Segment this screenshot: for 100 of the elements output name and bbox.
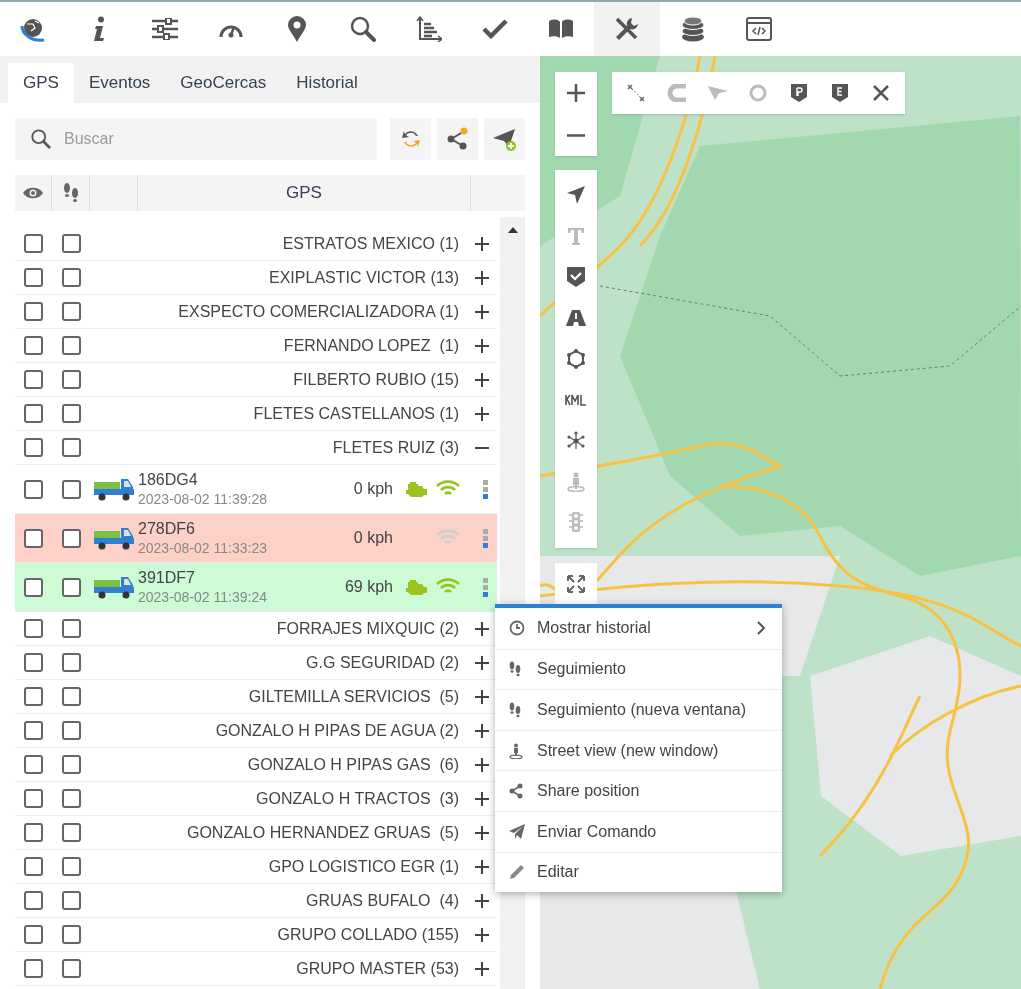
checkbox[interactable] [24, 404, 43, 423]
checkbox[interactable] [61, 404, 81, 423]
share-button[interactable] [437, 118, 478, 160]
checkbox[interactable] [61, 653, 81, 672]
checkbox[interactable] [61, 479, 81, 499]
checkbox[interactable] [24, 925, 43, 944]
menu-item[interactable]: Seguimiento [495, 648, 782, 690]
plus-icon [475, 791, 489, 806]
pencil-icon [509, 864, 525, 881]
group-name: GRUAS BUFALO (4) [305, 890, 459, 911]
tools-icon [614, 16, 640, 42]
checkbox[interactable] [24, 479, 43, 499]
group-name: GONZALO H PIPAS GAS (6) [246, 754, 459, 775]
menu-item[interactable]: Editar [495, 851, 782, 893]
tab[interactable]: Eventos [73, 63, 166, 103]
fullscreen-button[interactable] [555, 563, 597, 605]
group-name: ESTRATOS MEXICO (1) [281, 233, 459, 254]
checkbox[interactable] [24, 336, 43, 355]
checkbox[interactable] [61, 528, 81, 548]
checkbox[interactable] [61, 302, 81, 321]
menu-item[interactable]: Mostrar historial [495, 608, 782, 649]
checkbox[interactable] [24, 721, 43, 740]
checkbox[interactable] [24, 755, 43, 774]
checkbox[interactable] [24, 577, 43, 597]
checkbox[interactable] [24, 857, 43, 876]
checkbox[interactable] [61, 577, 81, 597]
checkbox[interactable] [24, 528, 43, 548]
shield-p-icon [791, 84, 808, 102]
checkbox[interactable] [61, 438, 81, 457]
checkbox[interactable] [61, 268, 81, 287]
minus-icon [567, 133, 585, 137]
group-name: GONZALO H TRACTOS (3) [255, 788, 459, 809]
checkbox[interactable] [61, 619, 81, 638]
checkbox[interactable] [24, 823, 43, 842]
checkbox[interactable] [24, 789, 43, 808]
navigation-arrow-icon [567, 185, 585, 204]
checkbox[interactable] [24, 268, 43, 287]
checkbox[interactable] [61, 925, 81, 944]
vehicle-row[interactable]: 278DF6 2023-08-02 11:33:23 0 kph [15, 514, 497, 563]
checkbox[interactable] [61, 755, 81, 774]
vehicle-row[interactable]: 391DF7 2023-08-02 11:39:24 69 kph [15, 563, 497, 612]
tab[interactable]: GeoCercas [165, 63, 282, 103]
menu-item[interactable]: Share position [495, 770, 782, 811]
send-add-icon [491, 126, 518, 152]
plus-icon [475, 859, 489, 874]
book-icon [548, 19, 574, 39]
plus-icon [475, 723, 489, 738]
truck-icon [94, 575, 134, 599]
speed: 69 kph [343, 577, 393, 597]
scroll-up-icon[interactable] [508, 227, 518, 233]
dotted-path-icon [626, 83, 647, 103]
checkbox[interactable] [24, 438, 43, 457]
checkbox[interactable] [61, 234, 81, 253]
group-name: FLETES RUIZ (3) [331, 437, 459, 458]
checkbox[interactable] [61, 891, 81, 910]
tab[interactable]: Historial [281, 63, 373, 103]
checkbox[interactable] [61, 370, 81, 389]
menu-item[interactable]: Street view (new window) [495, 729, 782, 771]
network-icon [566, 431, 586, 452]
checkbox[interactable] [61, 336, 81, 355]
checkbox[interactable] [61, 721, 81, 740]
refresh-button[interactable] [390, 118, 431, 160]
group-name: GRUPO MASTER (53) [295, 958, 459, 979]
checkbox[interactable] [24, 687, 43, 706]
checkbox[interactable] [61, 857, 81, 876]
footprints-icon [62, 182, 79, 204]
menu-item[interactable]: Seguimiento (nueva ventana) [495, 689, 782, 730]
plus-icon [475, 689, 489, 704]
checkbox[interactable] [61, 789, 81, 808]
column-header: GPS [286, 182, 322, 205]
checkbox[interactable] [24, 302, 43, 321]
plus-icon [475, 338, 489, 353]
checkbox[interactable] [24, 959, 43, 978]
plus-icon [475, 372, 489, 387]
sliders-icon [152, 18, 178, 40]
timestamp: 2023-08-02 11:39:28 [138, 490, 268, 508]
group-name: GILTEMILLA SERVICIOS (5) [247, 686, 459, 707]
road-icon [566, 309, 586, 326]
checkbox[interactable] [61, 823, 81, 842]
checkbox[interactable] [24, 234, 43, 253]
checkbox[interactable] [24, 891, 43, 910]
checkbox[interactable] [24, 653, 43, 672]
fullscreen-icon [567, 575, 585, 593]
checkbox[interactable] [24, 619, 43, 638]
speed: 0 kph [352, 479, 393, 499]
plus-icon [475, 621, 489, 636]
coins-icon [681, 16, 705, 42]
plus-icon [475, 757, 489, 772]
checkbox[interactable] [61, 687, 81, 706]
search-field[interactable]: Buscar [15, 118, 377, 160]
plus-icon [475, 270, 489, 285]
vehicle-name: 391DF7 [138, 568, 196, 588]
toolbar-button[interactable] [594, 2, 660, 56]
send-command-button[interactable] [484, 118, 525, 160]
checkbox[interactable] [61, 959, 81, 978]
tab[interactable]: GPS [8, 63, 74, 103]
menu-item[interactable]: Enviar Comando [495, 810, 782, 852]
text-icon [566, 225, 586, 246]
shield-check-icon [567, 266, 585, 287]
checkbox[interactable] [24, 370, 43, 389]
